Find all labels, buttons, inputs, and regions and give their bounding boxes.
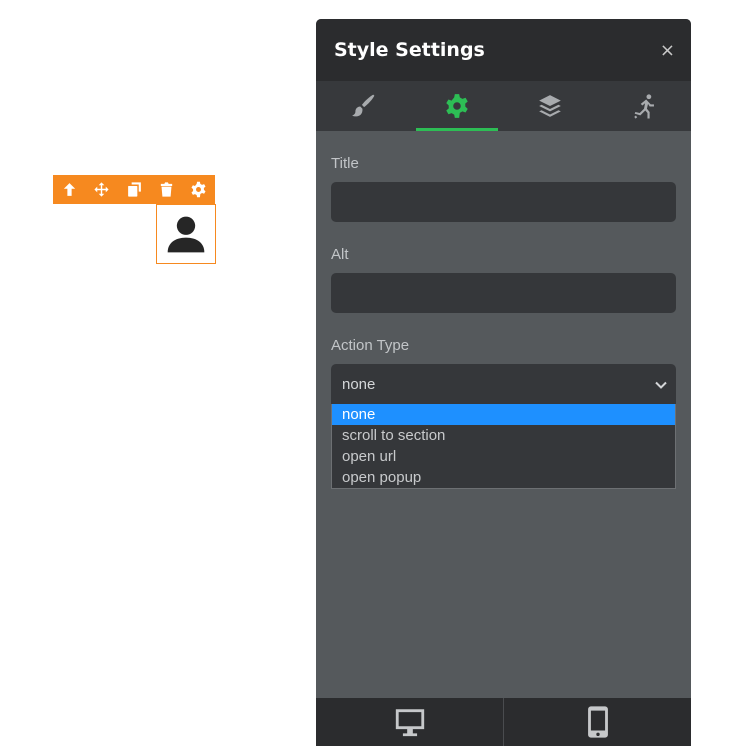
style-settings-panel: Style Settings × Title Alt Action Type n… [316, 19, 691, 746]
image-element[interactable] [156, 204, 216, 264]
option-open-url[interactable]: open url [332, 446, 675, 467]
tab-animation[interactable] [597, 81, 691, 131]
mobile-view-button[interactable] [503, 698, 691, 746]
tab-layers[interactable] [504, 81, 598, 131]
move-up-button[interactable] [53, 175, 85, 204]
gear-icon [191, 181, 206, 198]
option-none[interactable]: none [332, 404, 675, 425]
trash-icon [160, 182, 173, 197]
animation-icon [634, 94, 655, 119]
move-icon [94, 182, 109, 197]
action-type-dropdown: none scroll to section open url open pop… [331, 404, 676, 489]
alt-label: Alt [331, 246, 349, 263]
option-scroll-to-section[interactable]: scroll to section [332, 425, 675, 446]
panel-header: Style Settings × [316, 19, 691, 81]
brush-icon [352, 94, 375, 117]
delete-button[interactable] [150, 175, 182, 204]
title-input[interactable] [331, 182, 676, 222]
title-label: Title [331, 155, 359, 172]
element-toolbar [53, 175, 215, 204]
action-type-select[interactable]: none [331, 364, 676, 404]
settings-form: Title Alt Action Type none none scroll t… [316, 155, 691, 489]
copy-icon [127, 182, 141, 197]
tab-settings[interactable] [410, 81, 504, 131]
panel-tabs [316, 81, 691, 131]
close-button[interactable]: × [660, 41, 675, 61]
tab-style[interactable] [316, 81, 410, 131]
user-icon [167, 216, 205, 253]
layers-icon [539, 95, 562, 117]
desktop-view-button[interactable] [316, 698, 503, 746]
device-switcher [316, 698, 691, 746]
action-type-label: Action Type [331, 337, 410, 354]
chevron-down-icon [654, 377, 668, 391]
drag-button[interactable] [85, 175, 117, 204]
arrow-up-icon [63, 183, 75, 196]
duplicate-button[interactable] [118, 175, 150, 204]
option-open-popup[interactable]: open popup [332, 467, 675, 488]
gear-icon [445, 94, 468, 118]
mobile-icon [587, 706, 608, 738]
desktop-icon [395, 709, 424, 737]
panel-title: Style Settings [334, 39, 485, 61]
alt-input[interactable] [331, 273, 676, 313]
action-type-value: none [342, 376, 376, 393]
settings-button[interactable] [183, 175, 215, 204]
